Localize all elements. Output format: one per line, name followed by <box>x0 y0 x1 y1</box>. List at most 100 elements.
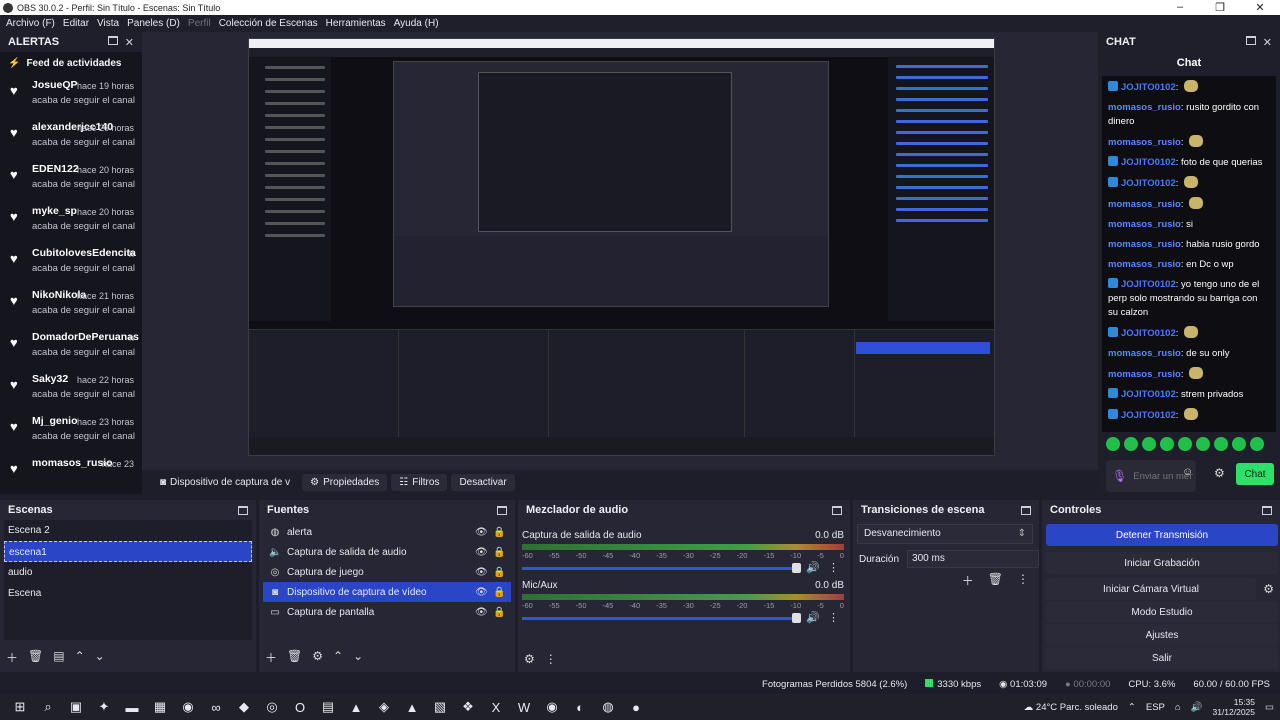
tray-expand-icon[interactable]: ⌃ <box>1128 702 1136 713</box>
image-app-icon[interactable]: ▧ <box>426 696 454 718</box>
trash-icon[interactable]: 🗑 <box>287 649 302 666</box>
filters-button[interactable]: ☷ Filtros <box>391 473 448 491</box>
filters-icon[interactable]: ▤ <box>53 649 64 666</box>
chrome-icon[interactable]: ◉ <box>538 696 566 718</box>
close-button[interactable]: ✕ <box>1240 1 1280 14</box>
infinity-icon[interactable]: ∞ <box>202 696 230 718</box>
add-icon[interactable]: ＋ <box>6 649 18 666</box>
store-icon[interactable]: ▦ <box>146 696 174 718</box>
lock-icon[interactable]: 🔒 <box>493 587 505 598</box>
emote-icon[interactable] <box>1142 437 1156 451</box>
menu-vista[interactable]: Vista <box>97 18 119 29</box>
visibility-eye-icon[interactable]: 👁 <box>475 527 488 538</box>
copilot-icon[interactable]: ✦ <box>90 696 118 718</box>
emote-icon[interactable] <box>1232 437 1246 451</box>
trash-icon[interactable]: 🗑 <box>28 649 43 666</box>
close-dock-icon[interactable]: ✕ <box>125 36 134 49</box>
float-dock-icon[interactable] <box>107 35 118 45</box>
transition-select[interactable]: Desvanecimiento ⇕ <box>857 524 1033 544</box>
scene-item[interactable]: audio <box>4 562 252 583</box>
chat-username[interactable]: JOJITO0102 <box>1121 410 1176 421</box>
source-item[interactable]: ◎ Captura de juego 👁 🔒 <box>263 562 511 582</box>
search-icon[interactable]: ⌕ <box>34 696 62 718</box>
menu-coleccion-escenas[interactable]: Colección de Escenas <box>219 18 318 29</box>
visibility-eye-icon[interactable]: 👁 <box>475 567 488 578</box>
duration-spinbox[interactable]: 300 ms <box>907 550 1040 568</box>
chat-username[interactable]: momasos_rusio <box>1108 239 1181 250</box>
menu-editar[interactable]: Editar <box>63 18 89 29</box>
emote-icon[interactable] <box>1160 437 1174 451</box>
stop-stream-button[interactable]: Detener Transmisión <box>1046 524 1278 546</box>
exit-button[interactable]: Salir <box>1046 647 1278 669</box>
discord-icon[interactable]: ◐ <box>566 696 594 718</box>
visibility-eye-icon[interactable]: 👁 <box>475 547 488 558</box>
clock[interactable]: 15:35 31/12/2025 <box>1212 697 1255 717</box>
opera-icon[interactable]: O <box>286 696 314 718</box>
more-options-icon[interactable]: ⋮ <box>1017 572 1029 589</box>
microphone-icon[interactable]: 🎙 <box>1112 469 1127 483</box>
more-options-icon[interactable]: ⋮ <box>545 652 557 666</box>
more-options-icon[interactable]: ⋮ <box>828 611 839 624</box>
emote-icon[interactable] <box>1250 437 1264 451</box>
source-item[interactable]: 🔈 Captura de salida de audio 👁 🔒 <box>263 542 511 562</box>
float-dock-icon[interactable] <box>497 505 507 515</box>
emoji-picker-icon[interactable]: ☺ <box>1182 466 1193 478</box>
chat-username[interactable]: JOJITO0102 <box>1121 178 1176 189</box>
source-item[interactable]: ◍ alerta 👁 🔒 <box>263 522 511 542</box>
start-recording-button[interactable]: Iniciar Grabación <box>1046 552 1278 574</box>
calculator-icon[interactable]: ▤ <box>314 696 342 718</box>
close-dock-icon[interactable]: ✕ <box>1263 36 1272 49</box>
scene-item[interactable]: escena1 <box>4 541 252 562</box>
speaker-icon[interactable]: 🔊 <box>806 561 820 574</box>
emote-icon[interactable] <box>1106 437 1120 451</box>
emote-icon[interactable] <box>1124 437 1138 451</box>
pdf-icon[interactable]: ▲ <box>342 696 370 718</box>
float-dock-icon[interactable] <box>1245 35 1256 45</box>
move-up-icon[interactable]: ⌃ <box>75 649 85 666</box>
maximize-button[interactable]: ❐ <box>1200 1 1240 14</box>
network-icon[interactable]: ⌂ <box>1175 702 1181 713</box>
task-view-icon[interactable]: ▣ <box>62 696 90 718</box>
obs-icon[interactable]: ◍ <box>594 696 622 718</box>
float-dock-icon[interactable] <box>1021 505 1031 515</box>
chat-settings-icon[interactable]: ⚙ <box>1214 466 1225 480</box>
gear-icon[interactable]: ⚙ <box>312 649 323 666</box>
app-icon[interactable]: ● <box>622 696 650 718</box>
speaker-icon[interactable]: 🔊 <box>806 611 820 624</box>
start-virtual-camera-button[interactable]: Iniciar Cámara Virtual <box>1046 578 1256 600</box>
chat-username[interactable]: momasos_rusio <box>1108 219 1181 230</box>
file-explorer-icon[interactable]: ▬ <box>118 696 146 718</box>
move-up-icon[interactable]: ⌃ <box>333 649 343 666</box>
preview-area[interactable] <box>142 32 1098 470</box>
more-options-icon[interactable]: ⋮ <box>828 561 839 574</box>
emote-icon[interactable] <box>1214 437 1228 451</box>
notifications-icon[interactable]: ▭ <box>1265 702 1274 713</box>
zoom-icon[interactable]: ◉ <box>174 696 202 718</box>
lock-icon[interactable]: 🔒 <box>493 547 505 558</box>
app-icon[interactable]: ◆ <box>230 696 258 718</box>
menu-perfil[interactable]: Perfil <box>188 18 211 29</box>
settings-button[interactable]: Ajustes <box>1046 624 1278 646</box>
lock-icon[interactable]: 🔒 <box>493 607 505 618</box>
float-dock-icon[interactable] <box>832 505 842 515</box>
fader-knob[interactable] <box>792 613 801 623</box>
advanced-audio-icon[interactable]: ⚙ <box>524 652 535 666</box>
float-dock-icon[interactable] <box>1262 505 1272 515</box>
add-icon[interactable]: ＋ <box>962 572 974 589</box>
source-item[interactable]: ▭ Captura de pantalla 👁 🔒 <box>263 602 511 622</box>
volume-icon[interactable]: 🔊 <box>1191 702 1203 713</box>
volume-fader[interactable]: 🔊 ⋮ <box>522 561 844 575</box>
chat-username[interactable]: JOJITO0102 <box>1121 82 1176 93</box>
move-down-icon[interactable]: ⌄ <box>353 649 363 666</box>
edge-icon[interactable]: ◎ <box>258 696 286 718</box>
vlc-icon[interactable]: ▲ <box>398 696 426 718</box>
chat-username[interactable]: momasos_rusio <box>1108 102 1181 113</box>
menu-ayuda[interactable]: Ayuda (H) <box>394 18 439 29</box>
volume-fader[interactable]: 🔊 ⋮ <box>522 611 844 625</box>
fader-track[interactable] <box>522 567 798 570</box>
dropbox-icon[interactable]: ❖ <box>454 696 482 718</box>
move-down-icon[interactable]: ⌄ <box>95 649 105 666</box>
chat-username[interactable]: JOJITO0102 <box>1121 389 1176 400</box>
chat-username[interactable]: momasos_rusio <box>1108 259 1181 270</box>
chat-send-button[interactable]: Chat <box>1236 463 1274 485</box>
